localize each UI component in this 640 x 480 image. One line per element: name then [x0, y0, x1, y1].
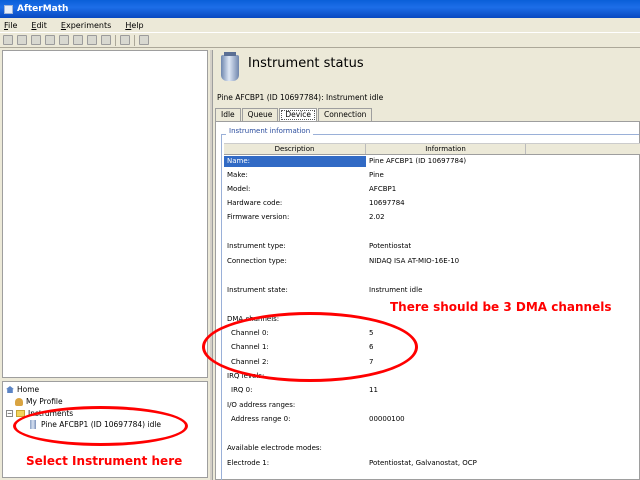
menu-file[interactable]: File [4, 21, 17, 30]
home-icon [6, 386, 14, 393]
table-row[interactable]: I/O address ranges: [224, 400, 640, 411]
toolbar-separator [115, 34, 116, 46]
table-row[interactable]: Name: Pine AFCBP1 (ID 10697784) [224, 156, 640, 167]
menubar: File Edit Experiments Help [0, 18, 640, 32]
table-row[interactable]: Address range 0: 00000100 [224, 414, 640, 425]
table-row[interactable]: IRQ 0: 11 [224, 385, 640, 396]
settings-icon[interactable] [120, 35, 130, 45]
table-row[interactable]: Instrument state: Instrument idle [224, 285, 640, 296]
annotation-ellipse-select [13, 406, 188, 446]
row-description: Make: [227, 171, 248, 179]
tab-queue[interactable]: Queue [241, 108, 279, 121]
row-description: Instrument type: [227, 242, 286, 250]
annotation-dma-note: There should be 3 DMA channels [390, 300, 612, 314]
row-description: Electrode 1: [227, 459, 270, 467]
row-description: I/O address ranges: [227, 401, 296, 409]
row-value: Pine [369, 171, 384, 179]
row-description: IRQ 0: [231, 386, 253, 394]
column-description[interactable]: Description [224, 144, 366, 154]
status-line: Pine AFCBP1 (ID 10697784): Instrument id… [217, 93, 384, 102]
tree-item-home[interactable]: Home [6, 385, 39, 394]
table-row[interactable]: Make: Pine [224, 170, 640, 181]
row-value: 10697784 [369, 199, 405, 207]
row-value: NIDAQ ISA AT-MIO-16E-10 [369, 257, 460, 265]
back-icon[interactable] [3, 35, 13, 45]
tab-idle[interactable]: Idle [215, 108, 241, 121]
help-icon[interactable] [139, 35, 149, 45]
delete-icon[interactable] [101, 35, 111, 45]
annotation-ellipse-dma [202, 312, 418, 382]
toolbar [0, 32, 640, 48]
row-value: 11 [369, 386, 378, 394]
row-description: Firmware version: [227, 213, 290, 221]
row-description: Name: [224, 156, 366, 167]
collapse-icon[interactable]: − [6, 410, 13, 417]
cut-icon[interactable] [59, 35, 69, 45]
row-description: Model: [227, 185, 251, 193]
row-description: Address range 0: [231, 415, 291, 423]
new-folder-icon[interactable] [17, 35, 27, 45]
toolbar-separator [134, 34, 135, 46]
status-panel: Instrument status Pine AFCBP1 (ID 106977… [212, 50, 640, 480]
row-value: 00000100 [369, 415, 405, 423]
menu-help[interactable]: Help [125, 21, 143, 30]
table-row[interactable]: Instrument type: Potentiostat [224, 241, 640, 252]
annotation-select-note: Select Instrument here [26, 454, 183, 468]
app-icon [4, 4, 13, 14]
row-value: Instrument idle [369, 286, 423, 294]
table-row[interactable]: Hardware code: 10697784 [224, 198, 640, 209]
table-row[interactable]: Model: AFCBP1 [224, 184, 640, 195]
table-row[interactable]: Electrode 1: Potentiostat, Galvanostat, O… [224, 458, 640, 469]
row-value: 2.02 [369, 213, 385, 221]
group-label: Instrument information [226, 127, 314, 135]
row-description: Instrument state: [227, 286, 288, 294]
tab-connection[interactable]: Connection [317, 108, 373, 121]
paste-icon[interactable] [87, 35, 97, 45]
table-row[interactable]: Available electrode modes: [224, 443, 640, 454]
row-value: Pine AFCBP1 (ID 10697784) [369, 157, 467, 165]
tab-bar: Idle Queue Device Connection [215, 108, 373, 122]
table-row[interactable]: Firmware version: 2.02 [224, 212, 640, 223]
window-titlebar: AfterMath [0, 0, 640, 18]
menu-edit[interactable]: Edit [31, 21, 47, 30]
tree-label-profile: My Profile [26, 397, 63, 406]
save-icon[interactable] [45, 35, 55, 45]
tree-label-home: Home [17, 385, 40, 394]
row-value: Potentiostat, Galvanostat, OCP [369, 459, 477, 467]
tree-item-profile[interactable]: My Profile [15, 397, 63, 406]
copy-icon[interactable] [73, 35, 83, 45]
open-icon[interactable] [31, 35, 41, 45]
row-description: Available electrode modes: [227, 444, 322, 452]
info-table-header: Description Information [224, 143, 640, 155]
table-row[interactable]: Connection type: NIDAQ ISA AT-MIO-16E-10 [224, 256, 640, 267]
row-value: Potentiostat [369, 242, 412, 250]
tab-device[interactable]: Device [279, 108, 317, 122]
column-information[interactable]: Information [366, 144, 526, 154]
row-description: Connection type: [227, 257, 287, 265]
window-title: AfterMath [17, 4, 69, 14]
instrument-icon-large [221, 52, 239, 81]
user-icon [15, 397, 23, 406]
row-value: AFCBP1 [369, 185, 397, 193]
workspace-pane[interactable] [2, 50, 208, 378]
row-description: Hardware code: [227, 199, 283, 207]
page-title: Instrument status [248, 56, 364, 71]
menu-experiments[interactable]: Experiments [61, 21, 111, 30]
